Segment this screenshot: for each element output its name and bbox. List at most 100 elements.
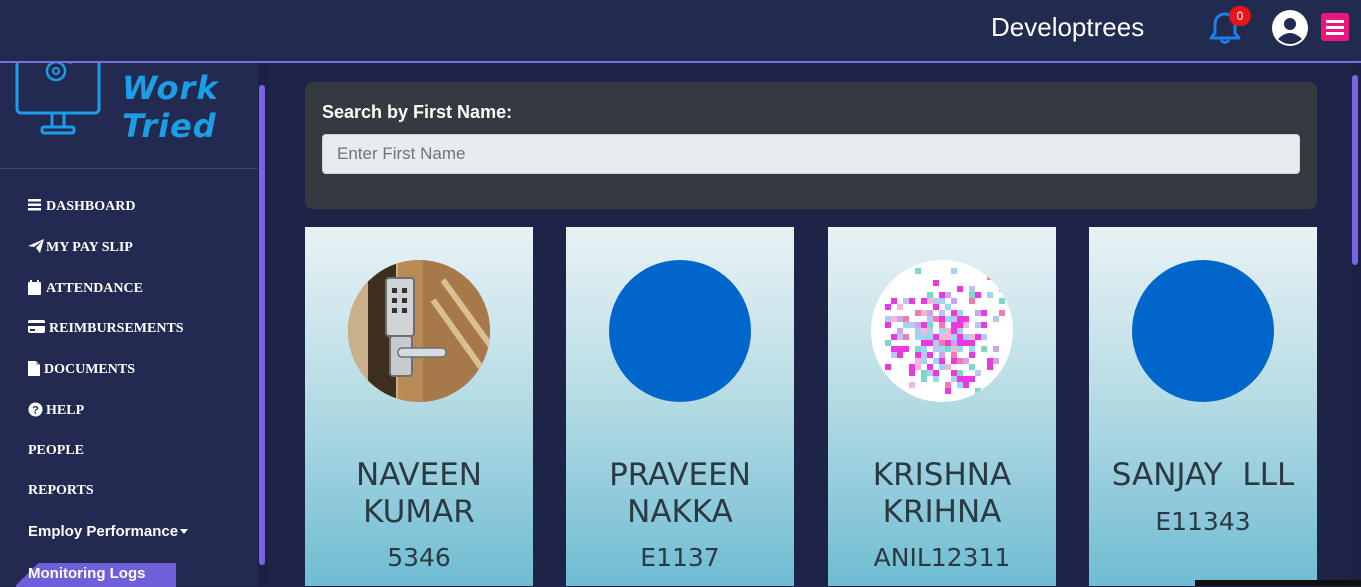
pixel-cell (993, 358, 999, 364)
employee-card[interactable]: SANJAY LLL E11343 (1089, 227, 1317, 586)
pixel-cell (915, 268, 921, 274)
sidebar-divider (0, 168, 258, 169)
pixel-cell (933, 376, 939, 382)
pixel-cell (933, 298, 939, 304)
pixel-cell (981, 346, 987, 352)
pixel-cell (903, 346, 909, 352)
sidebar-item-attendance[interactable]: ATTENDANCE (28, 280, 143, 297)
pixel-cell (921, 352, 927, 358)
pixel-cell (891, 316, 897, 322)
pixel-cell (915, 364, 921, 370)
sidebar-item-monitoring-logs[interactable]: Monitoring Logs (28, 565, 145, 582)
pixel-cell (951, 358, 957, 364)
pixel-cell (951, 376, 957, 382)
avatar (609, 260, 751, 402)
pixel-cell (939, 322, 945, 328)
pixel-cell (957, 346, 963, 352)
pixel-cell (975, 292, 981, 298)
sidebar-item-reimbursements[interactable]: REIMBURSEMENTS (28, 320, 184, 337)
employee-card[interactable]: NAVEEN KUMAR 5346 (305, 227, 533, 586)
sidebar-item-people[interactable]: PEOPLE (28, 443, 84, 459)
first-name-search-input[interactable] (322, 134, 1300, 174)
pixel-cell (939, 358, 945, 364)
pixel-cell (981, 310, 987, 316)
pixel-cell (999, 298, 1005, 304)
hamburger-menu-button[interactable] (1321, 13, 1349, 41)
pixel-cell (951, 310, 957, 316)
sidebar-item-label: DASHBOARD (46, 199, 136, 214)
main-scrollbar-thumb[interactable] (1352, 75, 1358, 265)
pixel-cell (975, 334, 981, 340)
employee-name: KRISHNA KRIHNA (872, 457, 1012, 530)
pixel-cell (915, 322, 921, 328)
pixel-cell (903, 316, 909, 322)
pixel-cell (915, 358, 921, 364)
employee-card[interactable]: PRAVEEN NAKKA E1137 (566, 227, 794, 586)
pixel-cell (957, 358, 963, 364)
pixel-cell (987, 358, 993, 364)
sidebar-item-label: REPORTS (28, 483, 94, 498)
pixel-cell (939, 346, 945, 352)
pixel-cell (897, 346, 903, 352)
pixel-cell (927, 322, 933, 328)
employee-card[interactable]: KRISHNA KRIHNA ANIL12311 (828, 227, 1056, 586)
employee-code: ANIL12311 (873, 543, 1011, 572)
pixel-cell (909, 364, 915, 370)
pixel-cell (885, 340, 891, 346)
pixel-cell (969, 364, 975, 370)
sidebar-item-my-pay-slip[interactable]: MY PAY SLIP (28, 239, 133, 256)
pixel-cell (939, 328, 945, 334)
pixel-cell (963, 382, 969, 388)
pixel-cell (921, 334, 927, 340)
search-panel: Search by First Name: (305, 82, 1317, 209)
pixel-cell (969, 340, 975, 346)
avatar (871, 260, 1013, 402)
notification-badge: 0 (1229, 6, 1251, 26)
pixel-cell (939, 364, 945, 370)
pixel-cell (939, 352, 945, 358)
pixel-cell (957, 382, 963, 388)
pixel-cell (957, 286, 963, 292)
pixel-cell (927, 364, 933, 370)
user-profile-icon[interactable] (1271, 9, 1309, 47)
top-navbar: Developtrees 0 (0, 0, 1361, 63)
pixel-cell (951, 298, 957, 304)
pixel-cell (987, 292, 993, 298)
sidebar-item-label: MY PAY SLIP (46, 240, 133, 255)
pixel-cell (915, 352, 921, 358)
pixel-cell (933, 280, 939, 286)
pixel-cell (969, 376, 975, 382)
pixel-cell (897, 352, 903, 358)
pixel-cell (939, 310, 945, 316)
pixel-cell (957, 334, 963, 340)
pixel-cell (927, 352, 933, 358)
pixel-cell (963, 316, 969, 322)
sidebar-scrollbar-thumb[interactable] (259, 85, 265, 565)
pixel-cell (897, 334, 903, 340)
employee-name: NAVEEN KUMAR (356, 457, 482, 530)
pixel-cell (903, 322, 909, 328)
svg-text:?: ? (32, 405, 39, 417)
pixel-cell (897, 328, 903, 334)
pixel-cell (891, 298, 897, 304)
pixel-cell (903, 298, 909, 304)
pixel-cell (927, 310, 933, 316)
monitor-gear-icon (15, 55, 101, 135)
pixel-cell (939, 298, 945, 304)
pixel-cell (891, 334, 897, 340)
sidebar-item-employ-performance[interactable]: Employ Performance (28, 523, 189, 540)
pixel-cell (945, 364, 951, 370)
employee-code: E1137 (640, 543, 720, 572)
pixel-cell (909, 382, 915, 388)
sidebar-item-dashboard[interactable]: DASHBOARD (28, 198, 135, 215)
pixel-cell (957, 376, 963, 382)
sidebar-item-documents[interactable]: DOCUMENTS (28, 361, 135, 378)
sidebar-item-help[interactable]: ? HELP (28, 402, 84, 419)
pixel-cell (927, 328, 933, 334)
pixel-cell (933, 370, 939, 376)
pixel-cell (951, 316, 957, 322)
pixel-cell (951, 340, 957, 346)
sidebar-item-label: DOCUMENTS (44, 362, 136, 377)
pixel-cell (975, 388, 981, 394)
sidebar-item-reports[interactable]: REPORTS (28, 483, 94, 499)
